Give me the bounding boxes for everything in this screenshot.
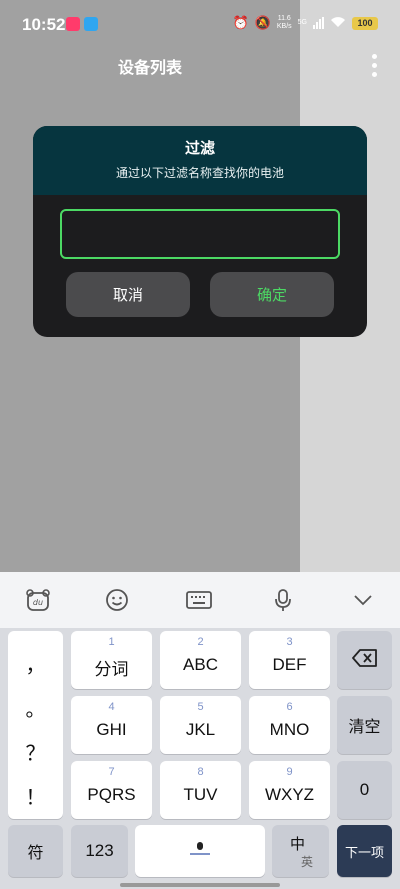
language-switch-key[interactable]: 中 英: [272, 825, 329, 877]
svg-text:du: du: [33, 598, 43, 607]
comma-key[interactable]: ，: [8, 649, 63, 678]
microphone-icon[interactable]: [270, 587, 296, 613]
number-key[interactable]: 123: [71, 825, 128, 877]
keyboard-switch-icon[interactable]: [186, 587, 212, 613]
filter-input[interactable]: [60, 209, 340, 259]
lang-english: 英: [301, 855, 314, 869]
page-title: 设备列表: [117, 60, 182, 77]
voice-space-icon: [188, 841, 212, 862]
space-key[interactable]: [135, 825, 265, 877]
key-3[interactable]: 3 DEF: [249, 631, 330, 689]
key-5[interactable]: 5 JKL: [160, 696, 241, 754]
alarm-icon: ⏰: [232, 15, 249, 30]
punctuation-column: ， 。 ？ ！: [8, 631, 63, 819]
baidu-logo-icon[interactable]: du: [25, 587, 51, 613]
mute-icon: 🔕: [254, 15, 271, 30]
signal-icon: [313, 17, 324, 29]
status-time: 10:52: [22, 15, 66, 34]
emoji-icon[interactable]: [104, 587, 130, 613]
backspace-icon: [351, 648, 378, 672]
more-options-icon[interactable]: [364, 50, 384, 80]
lang-chinese: 中: [290, 836, 306, 853]
key-7[interactable]: 7 PQRS: [71, 761, 152, 819]
app-notification-icon-2: [84, 17, 98, 31]
collapse-keyboard-icon[interactable]: [350, 587, 376, 613]
key-1[interactable]: 1 分词: [71, 631, 152, 689]
home-indicator[interactable]: [120, 883, 280, 887]
key-8[interactable]: 8 TUV: [160, 761, 241, 819]
symbol-key[interactable]: 符: [8, 825, 63, 877]
network-speed: 11.6 KB/s: [276, 15, 292, 30]
dialog-header: 过滤 通过以下过滤名称查找你的电池: [33, 126, 367, 195]
zero-key[interactable]: 0: [337, 761, 392, 819]
cancel-button[interactable]: 取消: [66, 272, 190, 317]
question-key[interactable]: ？: [8, 737, 63, 766]
confirm-button[interactable]: 确定: [210, 272, 334, 317]
next-key[interactable]: 下一项: [337, 825, 392, 877]
network-type: 5G: [297, 19, 307, 26]
filter-dialog: 过滤 通过以下过滤名称查找你的电池 取消 确定: [33, 126, 367, 337]
key-9[interactable]: 9 WXYZ: [249, 761, 330, 819]
key-2[interactable]: 2 ABC: [160, 631, 241, 689]
app-notification-icon: [66, 17, 80, 31]
clear-key[interactable]: 清空: [337, 696, 392, 754]
key-4[interactable]: 4 GHI: [71, 696, 152, 754]
backspace-key[interactable]: [337, 631, 392, 689]
status-bar: 10:52 ⏰ 🔕 11.6 KB/s 5G 100: [0, 0, 400, 46]
dialog-title: 过滤: [184, 140, 215, 157]
dialog-subtitle: 通过以下过滤名称查找你的电池: [115, 166, 284, 180]
wifi-icon: [330, 16, 346, 31]
key-6[interactable]: 6 MNO: [249, 696, 330, 754]
keyboard-toolbar: du: [0, 572, 400, 628]
exclamation-key[interactable]: ！: [8, 781, 63, 810]
battery-icon: 100: [352, 16, 378, 30]
period-key[interactable]: 。: [8, 693, 63, 722]
